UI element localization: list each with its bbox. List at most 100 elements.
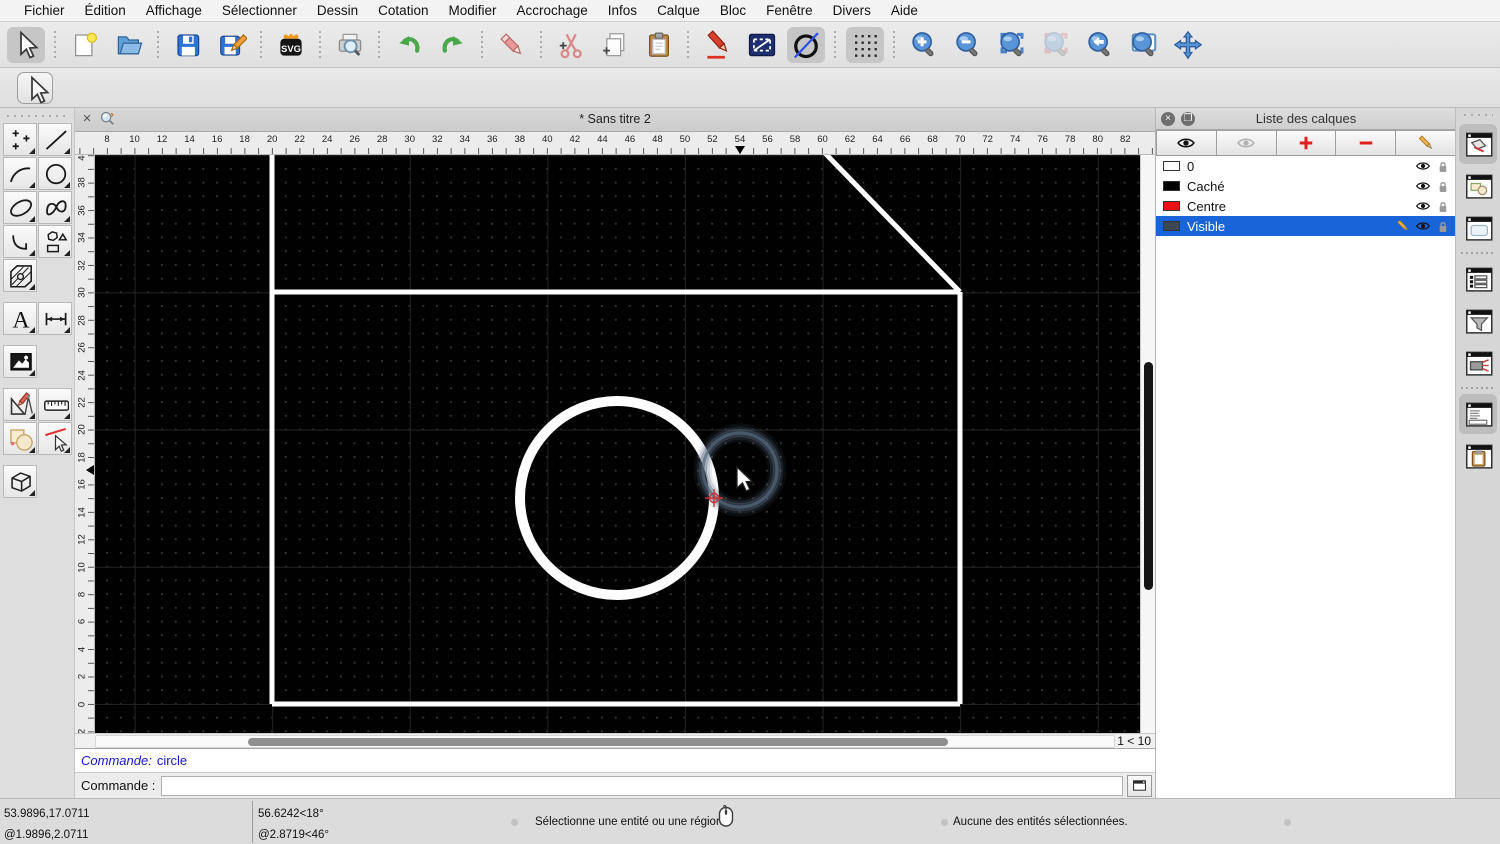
save-button[interactable]	[169, 27, 207, 63]
palette-drag-handle[interactable]	[6, 113, 68, 119]
undo-button[interactable]	[390, 27, 428, 63]
command-popup-button[interactable]	[1127, 774, 1152, 797]
layer-lock-icon[interactable]	[1435, 159, 1450, 174]
layer-row-cache[interactable]: Caché	[1156, 176, 1456, 196]
layer-row-centre[interactable]: Centre	[1156, 196, 1456, 216]
tool-delete-entity-button[interactable]	[38, 422, 72, 455]
layer-row-visible[interactable]: Visible	[1156, 216, 1456, 236]
drawing-circle[interactable]	[515, 396, 719, 600]
tool-modify-button[interactable]	[3, 422, 37, 455]
dock-strip-handle[interactable]	[1463, 113, 1493, 118]
zoom-window-button[interactable]	[1125, 27, 1163, 63]
menu-fenetre[interactable]: Fenêtre	[756, 0, 823, 22]
vruler-label: 22	[76, 397, 88, 408]
dock-library-toggle[interactable]	[1459, 208, 1497, 248]
vertical-scrollbar[interactable]	[1140, 155, 1155, 733]
tool-circle-button[interactable]	[38, 157, 72, 190]
tool-polygon-button[interactable]	[38, 225, 72, 258]
tool-line-button[interactable]	[38, 123, 72, 156]
zoom-previous-button[interactable]	[1037, 27, 1075, 63]
layer-visibility-icon[interactable]	[1415, 158, 1431, 174]
menu-selectionner[interactable]: Sélectionner	[212, 0, 307, 22]
dock-entity-list-toggle[interactable]	[1459, 259, 1497, 299]
edit-layer-button[interactable]	[1396, 130, 1456, 156]
tool-dimension-button[interactable]	[38, 302, 72, 335]
menu-infos[interactable]: Infos	[598, 0, 647, 22]
command-input[interactable]	[161, 775, 1123, 796]
dock-command-toggle[interactable]	[1459, 394, 1497, 434]
layer-visibility-icon[interactable]	[1415, 198, 1431, 214]
selection-options-button[interactable]	[743, 27, 781, 63]
layer-visibility-icon[interactable]	[1415, 178, 1431, 194]
menu-modifier[interactable]: Modifier	[438, 0, 506, 22]
tool-text-button[interactable]: A	[3, 302, 37, 335]
redo-button[interactable]	[434, 27, 472, 63]
tool-block-button[interactable]	[3, 465, 37, 498]
horizontal-scrollbar[interactable]	[95, 735, 1115, 748]
zoom-auto-button[interactable]	[993, 27, 1031, 63]
hide-all-layers-button[interactable]	[1216, 130, 1277, 156]
new-drawing-button[interactable]	[66, 27, 104, 63]
grid-toggle-button[interactable]	[846, 26, 884, 63]
dock-clipboard-icon	[1463, 441, 1493, 471]
layer-row-0[interactable]: 0	[1156, 156, 1456, 176]
pan-button[interactable]	[1169, 27, 1207, 63]
cut-button[interactable]	[552, 27, 590, 63]
paste-button[interactable]	[640, 27, 678, 63]
layer-edit-pencil-icon[interactable]	[1395, 218, 1411, 234]
toolbar-separator	[53, 29, 58, 60]
menu-calque[interactable]: Calque	[647, 0, 710, 22]
tool-measure-button[interactable]	[38, 388, 72, 421]
dock-clipboard-toggle[interactable]	[1459, 436, 1497, 476]
tool-ellipse-button[interactable]	[3, 191, 37, 224]
menu-fichier[interactable]: Fichier	[14, 0, 75, 22]
delete-button[interactable]	[493, 27, 531, 63]
menu-divers[interactable]: Divers	[823, 0, 881, 22]
draft-mode-button[interactable]	[787, 26, 825, 63]
menu-accrochage[interactable]: Accrochage	[506, 0, 597, 22]
tool-points-button[interactable]	[3, 123, 37, 156]
statusbar-dot	[941, 819, 948, 826]
menu-bloc[interactable]: Bloc	[710, 0, 756, 22]
drawing-canvas[interactable]	[95, 155, 1140, 733]
horizontal-scrollbar-thumb[interactable]	[248, 738, 948, 746]
add-layer-button[interactable]	[1276, 130, 1337, 156]
tool-drafting-button[interactable]	[3, 388, 37, 421]
tool-arc-button[interactable]	[3, 157, 37, 190]
remove-layer-button[interactable]	[1336, 130, 1397, 156]
menu-dessin[interactable]: Dessin	[307, 0, 368, 22]
attributes-button[interactable]	[699, 27, 737, 63]
menu-aide[interactable]: Aide	[881, 0, 928, 22]
save-as-button[interactable]	[213, 27, 251, 63]
zoom-back-button[interactable]	[1081, 27, 1119, 63]
submenu-corner	[64, 148, 70, 154]
layer-lock-icon[interactable]	[1435, 219, 1450, 234]
dock-layer-list-toggle[interactable]	[1459, 124, 1497, 164]
show-all-layers-button[interactable]	[1156, 130, 1217, 156]
print-preview-button[interactable]	[331, 27, 369, 63]
zoom-out-button[interactable]	[949, 27, 987, 63]
open-drawing-button[interactable]	[110, 27, 148, 63]
zoom-in-button[interactable]	[905, 27, 943, 63]
tool-spline-button[interactable]	[38, 191, 72, 224]
layer-visibility-icon[interactable]	[1415, 218, 1431, 234]
menu-edition[interactable]: Édition	[75, 0, 136, 22]
submenu-corner	[64, 413, 70, 419]
tool-polyline-button[interactable]	[3, 225, 37, 258]
dock-filter-toggle[interactable]	[1459, 301, 1497, 341]
dock-dimension-toggle[interactable]	[1459, 343, 1497, 383]
select-pointer-button[interactable]	[7, 26, 45, 63]
zoom-auto-icon	[997, 30, 1027, 60]
vertical-scrollbar-thumb[interactable]	[1144, 362, 1153, 590]
layer-lock-icon[interactable]	[1435, 199, 1450, 214]
tool-hatch-button[interactable]	[3, 259, 37, 292]
drawing-line[interactable]	[821, 155, 962, 294]
layer-lock-icon[interactable]	[1435, 179, 1450, 194]
menu-affichage[interactable]: Affichage	[136, 0, 212, 22]
tool-image-button[interactable]	[3, 345, 37, 378]
menu-cotation[interactable]: Cotation	[368, 0, 438, 22]
export-svg-button[interactable]: SVG	[272, 27, 310, 63]
dock-block-list-toggle[interactable]	[1459, 166, 1497, 206]
pointer-tool-button[interactable]	[17, 71, 53, 104]
copy-button[interactable]	[596, 27, 634, 63]
